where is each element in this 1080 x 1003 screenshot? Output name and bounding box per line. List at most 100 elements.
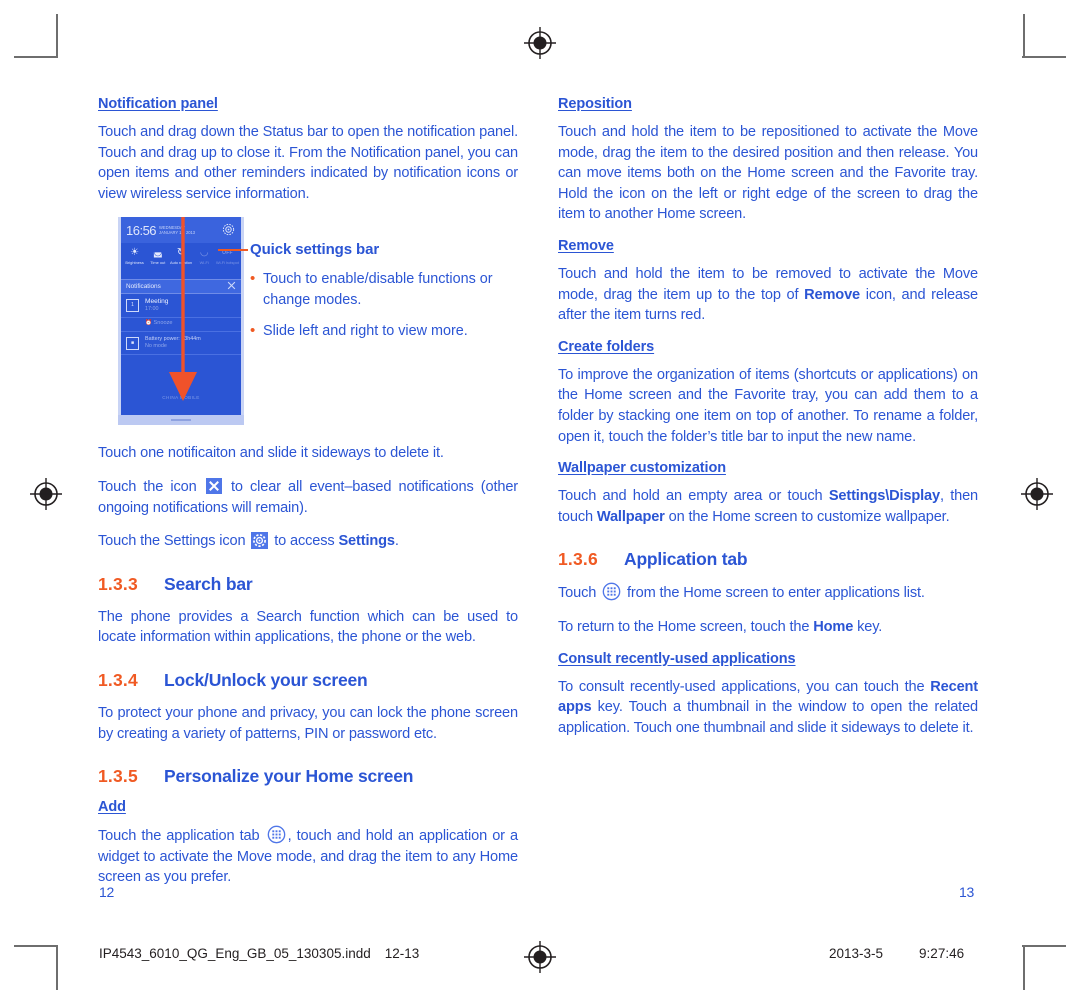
callout-quick-settings-bar: Quick settings bar • Touch to enable/dis… (218, 233, 518, 353)
callout-title: Quick settings bar (250, 241, 380, 259)
paragraph-notification-panel: Touch and drag down the Status bar to op… (98, 124, 518, 202)
notifications-label: Notifications (126, 283, 161, 291)
footer-page-range: 12-13 (384, 946, 420, 961)
crop-mark-br-v (1023, 946, 1025, 990)
apptab-text-before: Touch (558, 585, 597, 602)
wallpaper-text-before: Touch and hold an empty area or touch (558, 488, 823, 505)
application-tab-icon[interactable] (267, 825, 286, 844)
quick-setting-auto-rotation[interactable]: ↻ Auto rotation (169, 246, 192, 279)
section-heading-application-tab: 1.3.6 Application tab (558, 549, 978, 570)
clear-text-before: Touch the icon (98, 478, 197, 495)
section-number: 1.3.5 (98, 766, 138, 787)
recent-text-after: key. Touch a thumbnail in the window to … (558, 699, 979, 736)
callout-bullet-item: • Slide left and right to view more. (250, 321, 518, 342)
heading-wallpaper-customization: Wallpaper customization (558, 460, 726, 477)
wallpaper-bold-wallpaper: Wallpaper (596, 508, 665, 525)
notification-snooze-action[interactable]: ⏰ Snooze (121, 318, 241, 333)
footer-time: 9:27:46 (919, 946, 965, 961)
notification-title: Battery power: 13h44m (145, 336, 201, 343)
callout-bullet-item: • Touch to enable/disable functions or c… (250, 269, 518, 310)
section-heading-personalize-home: 1.3.5 Personalize your Home screen (98, 766, 518, 787)
phone-date: WEDNESDAY JANUARY 16, 2013 (159, 225, 195, 235)
registration-mark-bottom (523, 940, 557, 974)
quick-setting-timeout[interactable]: ◛ Time out (146, 246, 169, 279)
paragraph-lock-unlock: To protect your phone and privacy, you c… (98, 704, 518, 742)
bullet-dot: • (250, 322, 256, 340)
registration-mark-left (29, 477, 63, 511)
paragraph-add: Touch the application tab , touch and ho… (98, 825, 518, 888)
footer-date: 2013-3-5 (829, 946, 884, 961)
settings-text-before: Touch the Settings icon (98, 533, 246, 550)
paragraph-create-folders: To improve the organization of items (sh… (558, 366, 978, 445)
phone-drag-handle[interactable] (118, 415, 244, 426)
quick-setting-label: Auto rotation (169, 260, 193, 266)
paragraph-wallpaper-customization: Touch and hold an empty area or touch Se… (558, 486, 978, 527)
phone-notifications-header: Notifications (121, 279, 241, 295)
quick-setting-wifi[interactable]: ◡ Wi-Fi (193, 246, 216, 279)
paragraph-home-key: To return to the Home screen, touch the … (558, 617, 978, 638)
crop-mark-br-h (1022, 945, 1066, 947)
recent-text-before: To consult recently-used applications, y… (558, 678, 925, 695)
clear-notifications-icon[interactable] (227, 281, 236, 292)
paragraph-reposition: Touch and hold the item to be reposition… (558, 124, 978, 223)
left-page-column: Notification panel Touch and drag down t… (98, 96, 518, 888)
section-number: 1.3.4 (98, 669, 138, 690)
homekey-text-before: To return to the Home screen, touch the (558, 618, 810, 635)
remove-bold: Remove (804, 286, 861, 303)
crop-mark-tr-h (1022, 56, 1066, 58)
phone-date-line2: JANUARY 16, 2013 (159, 230, 196, 236)
crop-mark-tl-v (56, 14, 58, 58)
heading-remove: Remove (558, 237, 614, 254)
phone-screen: 16:56 WEDNESDAY JANUARY 16, 2013 ☀ Brigh… (121, 217, 241, 417)
quick-setting-label: Brightness (125, 260, 144, 266)
quick-setting-label: Wi-Fi (199, 260, 209, 266)
page-number-right: 13 (959, 884, 974, 900)
wallpaper-text-after: on the Home screen to customize wallpape… (668, 508, 950, 525)
paragraph-recent-apps: To consult recently-used applications, y… (558, 677, 978, 739)
wallpaper-bold-settings: Settings\Display (828, 488, 940, 505)
section-title: Search bar (164, 573, 253, 594)
timeout-icon: ◛ (152, 247, 163, 259)
paragraph-remove: Touch and hold the item to be removed to… (558, 264, 978, 326)
phone-carrier-label: CHINA MOBILE (162, 395, 200, 401)
calendar-icon: 1 (126, 299, 139, 313)
section-heading-search-bar: 1.3.3 Search bar (98, 574, 518, 595)
heading-create-folders: Create folders (558, 338, 655, 355)
bullet-text: Touch to enable/disable functions or cha… (263, 271, 493, 308)
section-title: Lock/Unlock your screen (164, 669, 368, 690)
crop-mark-tl-h (14, 56, 58, 58)
document-page: Notification panel Touch and drag down t… (0, 0, 1080, 1003)
heading-consult-recently-used: Consult recently-used applications (558, 650, 796, 667)
apptab-text-after: from the Home screen to enter applicatio… (627, 585, 925, 602)
crop-mark-tr-v (1023, 14, 1025, 58)
paragraph-application-tab: Touch from the Home screen to enter appl… (558, 582, 978, 604)
section-heading-lock-unlock: 1.3.4 Lock/Unlock your screen (98, 670, 518, 691)
snooze-label: Snooze (153, 320, 173, 327)
wifi-icon: ◡ (199, 247, 209, 259)
settings-bold: Settings (338, 533, 395, 550)
paragraph-settings-icon: Touch the Settings icon to access Settin… (98, 531, 518, 552)
phone-settings-gear-icon[interactable] (222, 223, 235, 241)
crop-mark-bl-v (56, 946, 58, 990)
application-tab-icon[interactable] (602, 582, 621, 601)
auto-rotation-icon: ↻ (176, 247, 186, 259)
bullet-text: Slide left and right to view more. (263, 323, 468, 340)
heading-add: Add (98, 799, 126, 816)
close-icon[interactable] (205, 477, 222, 494)
quick-setting-brightness[interactable]: ☀ Brightness (123, 246, 146, 279)
paragraph-clear-notifications: Touch the icon to clear all event–based … (98, 477, 518, 518)
notification-item-meeting[interactable]: 1 Meeting 17:00 (121, 294, 241, 319)
registration-mark-top (523, 26, 557, 60)
callout-leader-line (218, 249, 248, 252)
gear-icon[interactable] (251, 532, 269, 550)
heading-reposition: Reposition (558, 96, 632, 112)
notification-title: Meeting (145, 298, 169, 306)
notification-item-battery[interactable]: ■ Battery power: 13h44m No mode (121, 332, 241, 356)
notification-subtitle: 17:00 (145, 306, 159, 313)
footer-file-info: IP4543_6010_QG_Eng_GB_05_130305.indd 12-1… (99, 946, 419, 961)
notification-subtitle: No mode (145, 343, 167, 350)
heading-notification-panel: Notification panel (98, 96, 218, 112)
right-page-column: Reposition Touch and hold the item to be… (558, 96, 978, 738)
paragraph-search-bar: The phone provides a Search function whi… (98, 608, 518, 646)
phone-status-bar: 16:56 WEDNESDAY JANUARY 16, 2013 (121, 217, 241, 244)
